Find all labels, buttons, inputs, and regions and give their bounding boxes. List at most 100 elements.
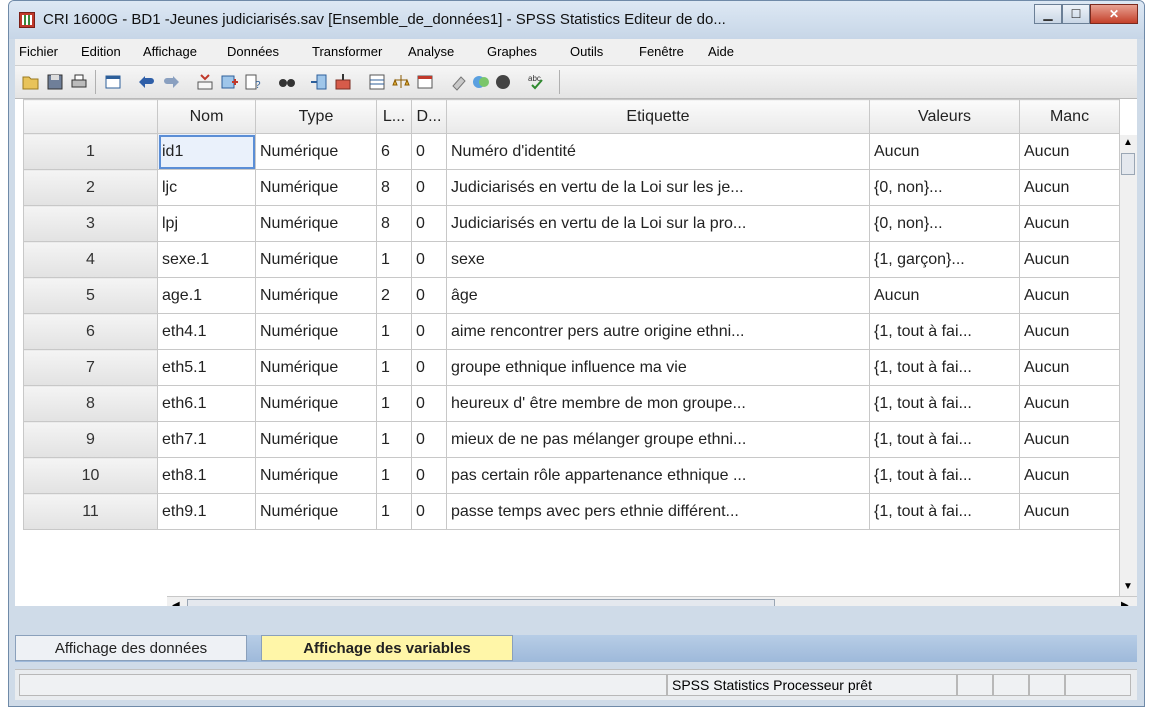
row-header[interactable]: 1 — [23, 133, 158, 170]
minimize-button[interactable]: ▁ — [1034, 4, 1062, 24]
cell-type[interactable]: Numérique — [255, 277, 377, 314]
col-header-type[interactable]: Type — [255, 99, 377, 134]
show-all-icon[interactable] — [471, 72, 491, 92]
menu-transformer[interactable]: Transformer — [312, 44, 382, 59]
cell-valeurs[interactable]: {1, tout à fai... — [869, 421, 1020, 458]
row-header[interactable]: 7 — [23, 349, 158, 386]
col-header-nom[interactable]: Nom — [157, 99, 256, 134]
cell-largeur[interactable]: 1 — [376, 241, 412, 278]
cell-manquant[interactable]: Aucun — [1019, 457, 1120, 494]
table-row[interactable]: 4 sexe.1 Numérique 1 0 sexe {1, garçon}... Aucu… — [23, 241, 1120, 278]
col-header-manquant[interactable]: Manc — [1019, 99, 1120, 134]
cell-largeur[interactable]: 6 — [376, 133, 412, 170]
table-row[interactable]: 2 ljc Numérique 8 0 Judiciarisés en vertu de … — [23, 169, 1120, 206]
find-icon[interactable] — [277, 72, 297, 92]
cell-largeur[interactable]: 2 — [376, 277, 412, 314]
scroll-up-arrow-icon[interactable]: ▲ — [1123, 137, 1133, 148]
cell-manquant[interactable]: Aucun — [1019, 493, 1120, 530]
cell-nom[interactable]: id1 — [157, 133, 256, 170]
cell-etiquette[interactable]: sexe — [446, 241, 870, 278]
variables-icon[interactable]: ? — [243, 72, 263, 92]
tab-data-view[interactable]: Affichage des données — [15, 635, 247, 661]
select-cases-icon[interactable] — [367, 72, 387, 92]
row-header[interactable]: 3 — [23, 205, 158, 242]
col-header-decimales[interactable]: D... — [411, 99, 447, 134]
menu-aide[interactable]: Aide — [708, 44, 734, 59]
cell-valeurs[interactable]: {1, tout à fai... — [869, 385, 1020, 422]
cell-nom[interactable]: age.1 — [157, 277, 256, 314]
cell-manquant[interactable]: Aucun — [1019, 205, 1120, 242]
cell-type[interactable]: Numérique — [255, 241, 377, 278]
cell-decimales[interactable]: 0 — [411, 277, 447, 314]
cell-largeur[interactable]: 8 — [376, 169, 412, 206]
row-header[interactable]: 5 — [23, 277, 158, 314]
table-row[interactable]: 3 lpj Numérique 8 0 Judiciarisés en vertu de … — [23, 205, 1120, 242]
cell-manquant[interactable]: Aucun — [1019, 349, 1120, 386]
horizontal-scrollbar[interactable]: ◀ ▶ — [167, 596, 1137, 606]
vertical-scrollbar[interactable]: ▲ ▼ — [1119, 135, 1137, 597]
cell-nom[interactable]: eth6.1 — [157, 385, 256, 422]
cell-type[interactable]: Numérique — [255, 205, 377, 242]
vertical-scroll-thumb[interactable] — [1121, 153, 1135, 175]
cell-largeur[interactable]: 8 — [376, 205, 412, 242]
cell-nom[interactable]: lpj — [157, 205, 256, 242]
cell-nom[interactable]: sexe.1 — [157, 241, 256, 278]
use-sets-icon[interactable] — [449, 72, 469, 92]
col-header-valeurs[interactable]: Valeurs — [869, 99, 1020, 134]
cell-type[interactable]: Numérique — [255, 313, 377, 350]
row-header[interactable]: 10 — [23, 457, 158, 494]
cell-manquant[interactable]: Aucun — [1019, 133, 1120, 170]
cell-type[interactable]: Numérique — [255, 493, 377, 530]
cell-type[interactable]: Numérique — [255, 457, 377, 494]
cell-largeur[interactable]: 1 — [376, 313, 412, 350]
value-labels-icon[interactable] — [415, 72, 435, 92]
cell-manquant[interactable]: Aucun — [1019, 421, 1120, 458]
table-row[interactable]: 6 eth4.1 Numérique 1 0 aime rencontrer pers a… — [23, 313, 1120, 350]
cell-decimales[interactable]: 0 — [411, 385, 447, 422]
cell-etiquette[interactable]: passe temps avec pers ethnie différent..… — [446, 493, 870, 530]
table-row[interactable]: 5 age.1 Numérique 2 0 âge Aucun Aucun — [23, 277, 1120, 314]
cell-type[interactable]: Numérique — [255, 385, 377, 422]
menu-edition[interactable]: Edition — [81, 44, 121, 59]
cell-decimales[interactable]: 0 — [411, 349, 447, 386]
cell-nom[interactable]: eth7.1 — [157, 421, 256, 458]
cell-decimales[interactable]: 0 — [411, 169, 447, 206]
row-header[interactable]: 11 — [23, 493, 158, 530]
menu-donnees[interactable]: Données — [227, 44, 279, 59]
cell-type[interactable]: Numérique — [255, 421, 377, 458]
cell-valeurs[interactable]: {1, tout à fai... — [869, 457, 1020, 494]
menu-outils[interactable]: Outils — [570, 44, 603, 59]
cell-decimales[interactable]: 0 — [411, 133, 447, 170]
cell-etiquette[interactable]: âge — [446, 277, 870, 314]
menu-fenetre[interactable]: Fenêtre — [639, 44, 684, 59]
undo-icon[interactable] — [137, 72, 157, 92]
spss-app-icon[interactable] — [19, 12, 35, 28]
cell-manquant[interactable]: Aucun — [1019, 241, 1120, 278]
cell-valeurs[interactable]: Aucun — [869, 277, 1020, 314]
cell-etiquette[interactable]: Numéro d'identité — [446, 133, 870, 170]
insert-variable-icon[interactable] — [309, 72, 329, 92]
cell-decimales[interactable]: 0 — [411, 493, 447, 530]
horizontal-scroll-thumb[interactable] — [187, 599, 775, 606]
table-row[interactable]: 8 eth6.1 Numérique 1 0 heureux d' être membre… — [23, 385, 1120, 422]
open-icon[interactable] — [21, 72, 41, 92]
dialog-recall-icon[interactable] — [103, 72, 123, 92]
redo-icon[interactable] — [161, 72, 181, 92]
cell-manquant[interactable]: Aucun — [1019, 277, 1120, 314]
cell-etiquette[interactable]: heureux d' être membre de mon groupe... — [446, 385, 870, 422]
cell-valeurs[interactable]: {0, non}... — [869, 205, 1020, 242]
cell-valeurs[interactable]: {0, non}... — [869, 169, 1020, 206]
cell-decimales[interactable]: 0 — [411, 421, 447, 458]
menu-affichage[interactable]: Affichage — [143, 44, 197, 59]
col-header-etiquette[interactable]: Etiquette — [446, 99, 870, 134]
table-row[interactable]: 10 eth8.1 Numérique 1 0 pas certain rôle appa… — [23, 457, 1120, 494]
menu-graphes[interactable]: Graphes — [487, 44, 537, 59]
table-row[interactable]: 11 eth9.1 Numérique 1 0 passe temps avec pers… — [23, 493, 1120, 530]
cell-valeurs[interactable]: {1, tout à fai... — [869, 349, 1020, 386]
cell-largeur[interactable]: 1 — [376, 421, 412, 458]
close-button[interactable]: ✕ — [1090, 4, 1138, 24]
cell-decimales[interactable]: 0 — [411, 457, 447, 494]
tab-variable-view[interactable]: Affichage des variables — [261, 635, 513, 661]
scroll-right-arrow-icon[interactable]: ▶ — [1121, 600, 1129, 606]
cell-nom[interactable]: eth8.1 — [157, 457, 256, 494]
